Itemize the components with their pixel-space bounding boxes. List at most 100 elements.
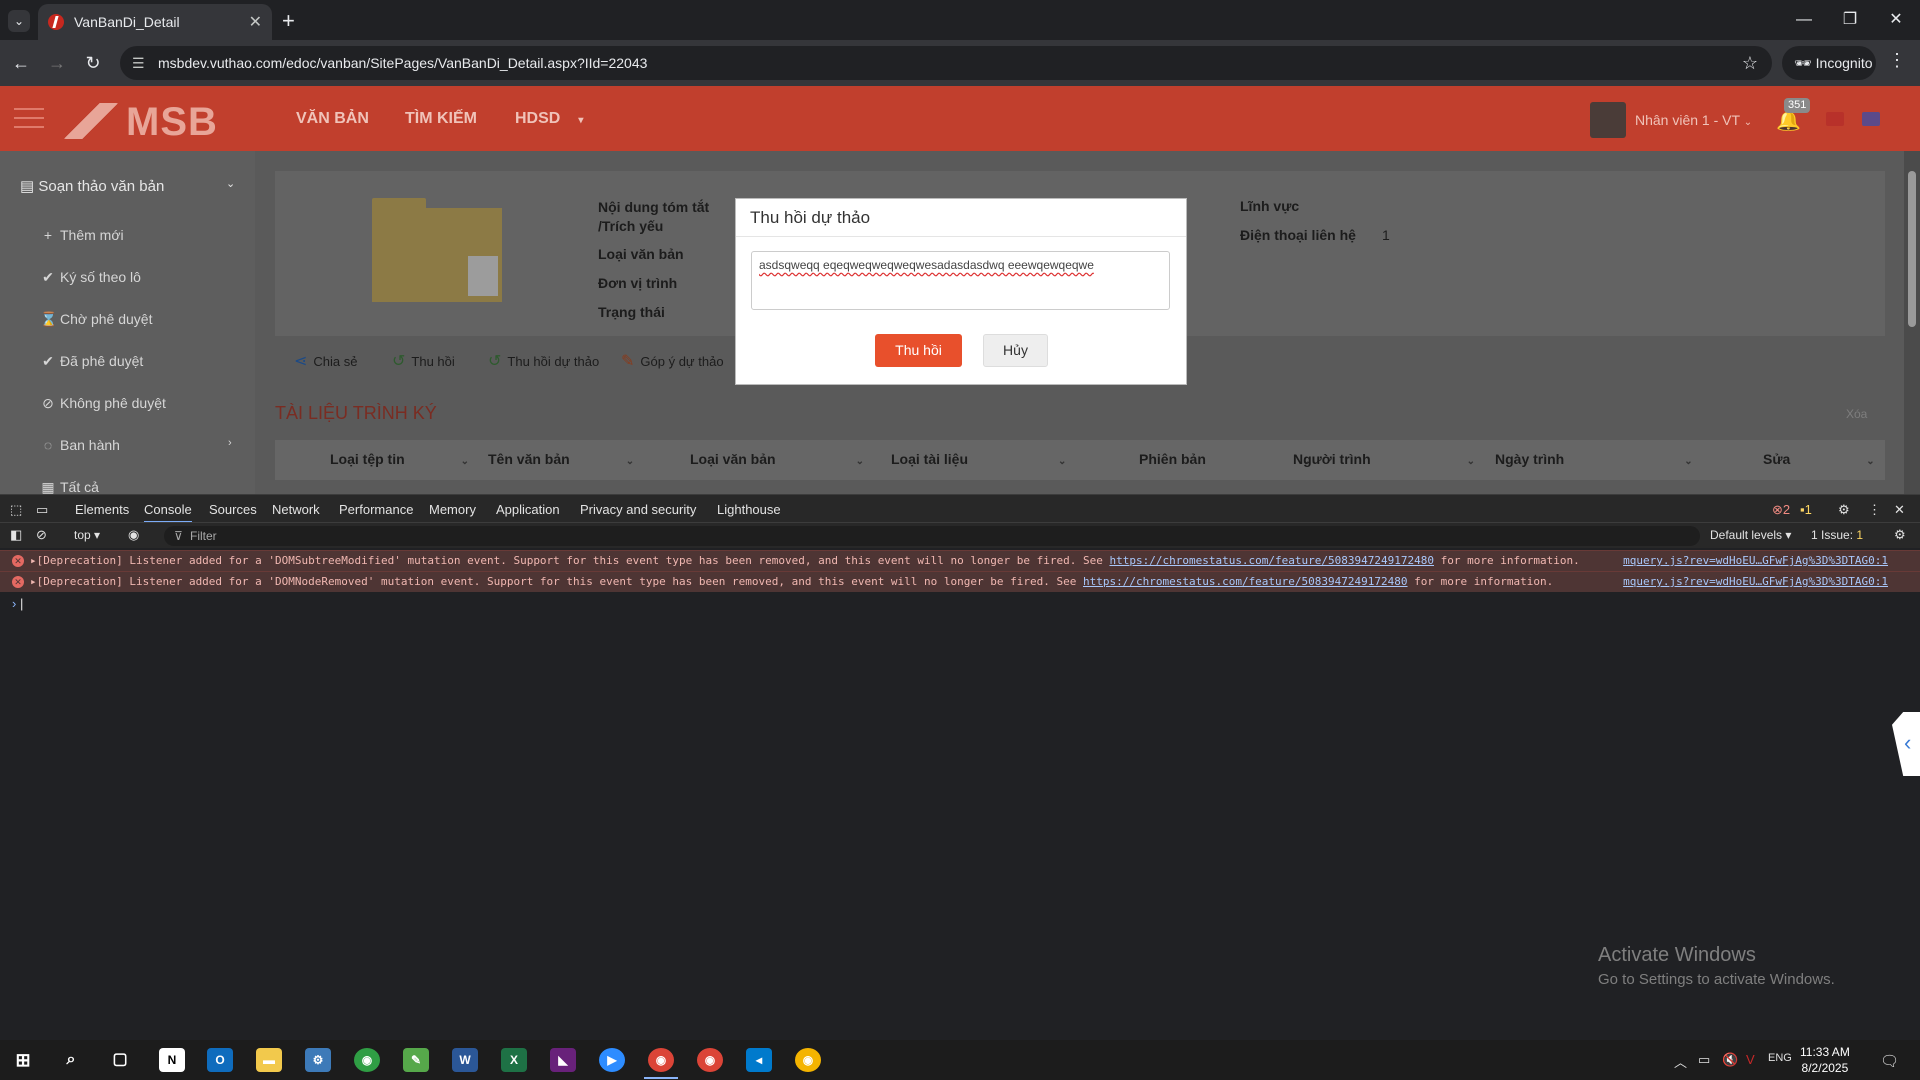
sidebar-group-soan-thao[interactable]: ▤ Soạn thảo văn bản ⌄	[20, 177, 235, 195]
devtools-close-icon[interactable]: ✕	[1894, 502, 1905, 518]
volume-icon[interactable]: 🔇	[1722, 1052, 1738, 1068]
sidebar-toggle-icon[interactable]: ◧	[10, 527, 22, 543]
delete-button[interactable]: Xóa	[1846, 407, 1867, 421]
live-expression-eye-icon[interactable]: ◉	[128, 527, 139, 543]
console-settings-gear-icon[interactable]: ⚙	[1894, 527, 1906, 543]
comment-draft-action[interactable]: ✎ Góp ý dự thảo	[621, 351, 724, 371]
console-filter-input[interactable]: ⊽ Filter	[164, 526, 1700, 546]
devtools-menu-icon[interactable]: ⋮	[1868, 502, 1881, 518]
col-doc-type[interactable]: Loại văn bản ⌄	[690, 451, 864, 467]
chrome-profile-icon[interactable]: ◉	[697, 1048, 723, 1072]
windows-start-icon[interactable]: ⊞	[10, 1048, 36, 1072]
new-tab-icon[interactable]: +	[282, 8, 295, 34]
chromestatus-link[interactable]: https://chromestatus.com/feature/5083947…	[1083, 575, 1408, 588]
tab-search-icon[interactable]: ⌄	[8, 10, 30, 32]
source-link[interactable]: mquery.js?rev=wdHoEU…GFwFjAg%3D%3DTAG0:1	[1623, 551, 1888, 571]
sidebar-item-da-phe-duyet[interactable]: ✔ Đã phê duyệt	[40, 353, 143, 370]
error-counter[interactable]: ⊗2	[1772, 502, 1790, 518]
browser-menu-icon[interactable]: ⋮	[1888, 50, 1906, 71]
settings-gear-icon[interactable]: ⚙	[1838, 502, 1850, 518]
tab-elements[interactable]: Elements	[75, 502, 129, 517]
col-submitter[interactable]: Người trình ⌄	[1293, 451, 1475, 467]
col-version[interactable]: Phiên bản ⌄	[1139, 451, 1310, 467]
bookmark-star-icon[interactable]: ☆	[1742, 46, 1758, 80]
source-link[interactable]: mquery.js?rev=wdHoEU…GFwFjAg%3D%3DTAG0:1	[1623, 572, 1888, 592]
tab-memory[interactable]: Memory	[429, 502, 476, 517]
sidebar-item-khong-phe-duyet[interactable]: ⊘ Không phê duyệt	[40, 395, 166, 412]
warning-counter[interactable]: ▪1	[1800, 502, 1812, 517]
hamburger-menu-icon[interactable]	[14, 108, 44, 128]
chromestatus-link[interactable]: https://chromestatus.com/feature/5083947…	[1109, 554, 1434, 567]
input-language[interactable]: ENG	[1768, 1052, 1792, 1064]
clear-console-icon[interactable]: ⊘	[36, 527, 47, 543]
network-app-icon[interactable]: ⚙	[305, 1048, 331, 1072]
search-icon[interactable]: ⌕	[58, 1048, 84, 1072]
site-info-icon[interactable]: ☰	[132, 46, 145, 80]
avatar[interactable]	[1590, 102, 1626, 138]
scrollbar-thumb[interactable]	[1908, 171, 1916, 327]
tab-network[interactable]: Network	[272, 502, 320, 517]
recall-draft-action[interactable]: ↺ Thu hồi dự thảo	[488, 351, 599, 371]
tab-console[interactable]: Console	[144, 502, 192, 523]
window-close-icon[interactable]: ✕	[1873, 0, 1919, 40]
address-bar[interactable]: ☰ msbdev.vuthao.com/edoc/vanban/SitePage…	[120, 46, 1772, 80]
word-icon[interactable]: W	[452, 1048, 478, 1072]
side-panel-toggle[interactable]: ‹	[1892, 712, 1920, 776]
sidebar-item-ky-so[interactable]: ✔ Ký số theo lô	[40, 269, 141, 286]
console-prompt[interactable]: › |	[12, 596, 23, 611]
issues-counter[interactable]: 1 Issue: 1	[1811, 528, 1863, 542]
antivirus-icon[interactable]: V	[1746, 1052, 1755, 1067]
sidebar-item-cho-phe-duyet[interactable]: ⌛ Chờ phê duyệt	[40, 311, 152, 328]
tab-sources[interactable]: Sources	[209, 502, 257, 517]
close-tab-icon[interactable]: ✕	[249, 12, 262, 32]
col-edit[interactable]: Sửa ⌄	[1763, 451, 1875, 467]
notifications-icon[interactable]: 🗨	[1880, 1052, 1899, 1070]
cancel-button[interactable]: Hủy	[983, 334, 1048, 367]
notepad-icon[interactable]: ✎	[403, 1048, 429, 1072]
network-icon[interactable]: ▭	[1698, 1052, 1710, 1068]
chrome-incognito-icon[interactable]: ◉	[648, 1048, 674, 1072]
taskbar-clock[interactable]: 11:33 AM 8/2/2025	[1800, 1044, 1850, 1076]
visual-studio-icon[interactable]: ◣	[550, 1048, 576, 1072]
page-scrollbar[interactable]	[1904, 151, 1920, 494]
reload-icon[interactable]: ↻	[80, 50, 106, 76]
tab-lighthouse[interactable]: Lighthouse	[717, 502, 781, 517]
col-doc-category[interactable]: Loại tài liệu ⌄	[891, 451, 1066, 467]
minimize-icon[interactable]: —	[1781, 0, 1827, 40]
vietnam-flag-icon[interactable]	[1826, 112, 1844, 126]
console-error-row[interactable]: ✕ ▸[Deprecation] Listener added for a 'DO…	[0, 550, 1920, 571]
sidebar-item-ban-hanh[interactable]: ◌ Ban hành ›	[40, 437, 232, 453]
browser-tab[interactable]: VanBanDi_Detail ✕	[38, 4, 272, 40]
col-file-type[interactable]: Loại tệp tin ⌄	[330, 451, 469, 467]
col-doc-name[interactable]: Tên văn bản ⌄	[488, 451, 634, 467]
incognito-badge[interactable]: 🕶 Incognito	[1782, 46, 1876, 80]
restore-icon[interactable]: ❐	[1827, 0, 1873, 40]
user-name[interactable]: Nhân viên 1 - VT ⌄	[1635, 112, 1752, 128]
nav-hdsd[interactable]: HDSD ▾	[515, 110, 583, 128]
outlook-icon[interactable]: O	[207, 1048, 233, 1072]
msb-logo[interactable]: MSB	[62, 100, 218, 145]
confirm-recall-button[interactable]: Thu hồi	[875, 334, 962, 367]
context-selector[interactable]: top ▾	[74, 528, 100, 542]
tab-privacy-security[interactable]: Privacy and security	[580, 502, 696, 517]
tab-performance[interactable]: Performance	[339, 502, 413, 517]
file-explorer-icon[interactable]: ▬	[256, 1048, 282, 1072]
col-submit-date[interactable]: Ngày trình ⌄	[1495, 451, 1693, 467]
excel-icon[interactable]: X	[501, 1048, 527, 1072]
console-error-row[interactable]: ✕ ▸[Deprecation] Listener added for a 'DO…	[0, 571, 1920, 592]
notion-icon[interactable]: N	[159, 1048, 185, 1072]
forward-icon[interactable]: →	[44, 50, 70, 76]
recall-action[interactable]: ↺ Thu hồi	[392, 351, 455, 371]
uk-flag-icon[interactable]	[1862, 112, 1880, 126]
zoom-icon[interactable]: ▶	[599, 1048, 625, 1072]
vscode-icon[interactable]: ◂	[746, 1048, 772, 1072]
device-toolbar-icon[interactable]: ▭	[36, 502, 48, 518]
chrome-dev-icon[interactable]: ◉	[795, 1048, 821, 1072]
task-view-icon[interactable]: ▢	[107, 1048, 133, 1072]
chrome-icon[interactable]: ◉	[354, 1048, 380, 1072]
inspect-element-icon[interactable]: ⬚	[10, 502, 22, 518]
log-levels-dropdown[interactable]: Default levels ▾	[1710, 528, 1791, 542]
show-hidden-icons-icon[interactable]: ︿	[1674, 1052, 1687, 1071]
nav-van-ban[interactable]: VĂN BẢN	[296, 110, 369, 128]
share-action[interactable]: ⋖ Chia sẻ	[294, 351, 357, 371]
